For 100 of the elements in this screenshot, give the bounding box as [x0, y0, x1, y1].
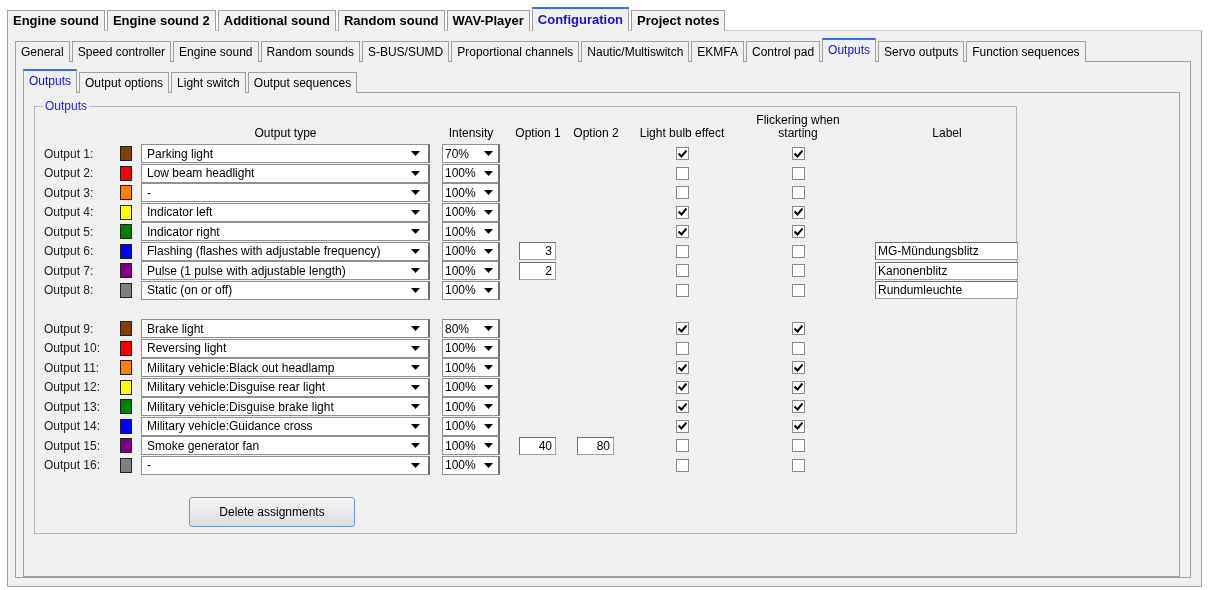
- color-swatch[interactable]: [120, 165, 132, 181]
- main-tab[interactable]: Random sound: [337, 10, 445, 31]
- checkbox[interactable]: [791, 419, 805, 433]
- color-swatch[interactable]: [120, 418, 132, 434]
- checkbox[interactable]: [675, 205, 689, 219]
- checkbox[interactable]: [791, 439, 805, 453]
- color-swatch[interactable]: [120, 243, 132, 259]
- checkbox[interactable]: [791, 205, 805, 219]
- output-tab[interactable]: Outputs: [23, 69, 78, 93]
- intensity-dropdown[interactable]: 100%: [442, 261, 500, 281]
- config-tab[interactable]: Outputs: [822, 38, 877, 62]
- main-tab[interactable]: Engine sound 2: [106, 10, 216, 31]
- color-swatch[interactable]: [120, 146, 132, 162]
- checkbox[interactable]: [791, 147, 805, 161]
- checkbox[interactable]: [675, 322, 689, 336]
- config-tab[interactable]: Proportional channels: [451, 41, 580, 62]
- output-type-dropdown[interactable]: Pulse (1 pulse with adjustable length): [141, 261, 430, 281]
- output-type-dropdown[interactable]: -: [141, 455, 430, 475]
- delete-assignments-button[interactable]: Delete assignments: [189, 497, 355, 527]
- checkbox[interactable]: [675, 244, 689, 258]
- option-field[interactable]: 40: [519, 436, 556, 455]
- color-swatch[interactable]: [120, 204, 132, 220]
- output-type-dropdown[interactable]: Military vehicle:Black out headlamp: [141, 358, 430, 378]
- checkbox[interactable]: [791, 166, 805, 180]
- config-tab[interactable]: EKMFA: [691, 41, 745, 62]
- intensity-dropdown[interactable]: 100%: [442, 183, 500, 203]
- color-swatch[interactable]: [120, 321, 132, 337]
- checkbox[interactable]: [675, 186, 689, 200]
- main-tab[interactable]: Configuration: [531, 7, 630, 31]
- checkbox[interactable]: [675, 341, 689, 355]
- checkbox[interactable]: [675, 380, 689, 394]
- option-field[interactable]: 80: [577, 436, 614, 455]
- intensity-dropdown[interactable]: 100%: [442, 377, 500, 397]
- output-tab[interactable]: Output sequences: [247, 72, 358, 93]
- checkbox[interactable]: [675, 400, 689, 414]
- checkbox[interactable]: [675, 458, 689, 472]
- intensity-dropdown[interactable]: 100%: [442, 338, 500, 358]
- config-tab[interactable]: Speed controller: [71, 41, 172, 62]
- output-type-dropdown[interactable]: Military vehicle:Disguise rear light: [141, 377, 430, 397]
- intensity-dropdown[interactable]: 100%: [442, 455, 500, 475]
- output-tab[interactable]: Output options: [79, 72, 170, 93]
- intensity-dropdown[interactable]: 100%: [442, 358, 500, 378]
- intensity-dropdown[interactable]: 70%: [442, 144, 500, 164]
- checkbox[interactable]: [675, 283, 689, 297]
- label-field[interactable]: Rundumleuchte: [875, 281, 1018, 300]
- output-type-dropdown[interactable]: Static (on or off): [141, 280, 430, 300]
- option-field[interactable]: 3: [519, 242, 556, 261]
- intensity-dropdown[interactable]: 100%: [442, 280, 500, 300]
- main-tab[interactable]: Engine sound: [7, 10, 105, 31]
- checkbox[interactable]: [675, 439, 689, 453]
- color-swatch[interactable]: [120, 224, 132, 240]
- checkbox[interactable]: [791, 361, 805, 375]
- intensity-dropdown[interactable]: 100%: [442, 416, 500, 436]
- color-swatch[interactable]: [120, 185, 132, 201]
- intensity-dropdown[interactable]: 80%: [442, 319, 500, 339]
- checkbox[interactable]: [675, 361, 689, 375]
- checkbox[interactable]: [791, 458, 805, 472]
- color-swatch[interactable]: [120, 438, 132, 454]
- checkbox[interactable]: [675, 147, 689, 161]
- output-type-dropdown[interactable]: Military vehicle:Disguise brake light: [141, 397, 430, 417]
- checkbox[interactable]: [791, 283, 805, 297]
- config-tab[interactable]: Random sounds: [260, 41, 360, 62]
- label-field[interactable]: MG-Mündungsblitz: [875, 242, 1018, 261]
- output-type-dropdown[interactable]: Indicator left: [141, 202, 430, 222]
- color-swatch[interactable]: [120, 379, 132, 395]
- color-swatch[interactable]: [120, 340, 132, 356]
- intensity-dropdown[interactable]: 100%: [442, 202, 500, 222]
- config-tab[interactable]: General: [15, 41, 70, 62]
- output-type-dropdown[interactable]: Military vehicle:Guidance cross: [141, 416, 430, 436]
- config-tab[interactable]: S-BUS/SUMD: [361, 41, 450, 62]
- color-swatch[interactable]: [120, 282, 132, 298]
- main-tab[interactable]: Additional sound: [217, 10, 336, 31]
- checkbox[interactable]: [675, 264, 689, 278]
- checkbox[interactable]: [791, 186, 805, 200]
- checkbox[interactable]: [675, 166, 689, 180]
- option-field[interactable]: 2: [519, 261, 556, 280]
- config-tab[interactable]: Function sequences: [966, 41, 1086, 62]
- checkbox[interactable]: [791, 322, 805, 336]
- checkbox[interactable]: [791, 380, 805, 394]
- intensity-dropdown[interactable]: 100%: [442, 241, 500, 261]
- output-type-dropdown[interactable]: Brake light: [141, 319, 430, 339]
- checkbox[interactable]: [791, 341, 805, 355]
- config-tab[interactable]: Servo outputs: [878, 41, 965, 62]
- config-tab[interactable]: Nautic/Multiswitch: [581, 41, 690, 62]
- checkbox[interactable]: [791, 225, 805, 239]
- checkbox[interactable]: [791, 264, 805, 278]
- intensity-dropdown[interactable]: 100%: [442, 397, 500, 417]
- intensity-dropdown[interactable]: 100%: [442, 163, 500, 183]
- checkbox[interactable]: [675, 225, 689, 239]
- color-swatch[interactable]: [120, 263, 132, 279]
- color-swatch[interactable]: [120, 360, 132, 376]
- output-tab[interactable]: Light switch: [171, 72, 246, 93]
- main-tab[interactable]: WAV-Player: [446, 10, 530, 31]
- output-type-dropdown[interactable]: Reversing light: [141, 338, 430, 358]
- intensity-dropdown[interactable]: 100%: [442, 436, 500, 456]
- config-tab[interactable]: Engine sound: [173, 41, 259, 62]
- checkbox[interactable]: [675, 419, 689, 433]
- checkbox[interactable]: [791, 244, 805, 258]
- output-type-dropdown[interactable]: Flashing (flashes with adjustable frequency): [141, 241, 430, 261]
- label-field[interactable]: Kanonenblitz: [875, 261, 1018, 280]
